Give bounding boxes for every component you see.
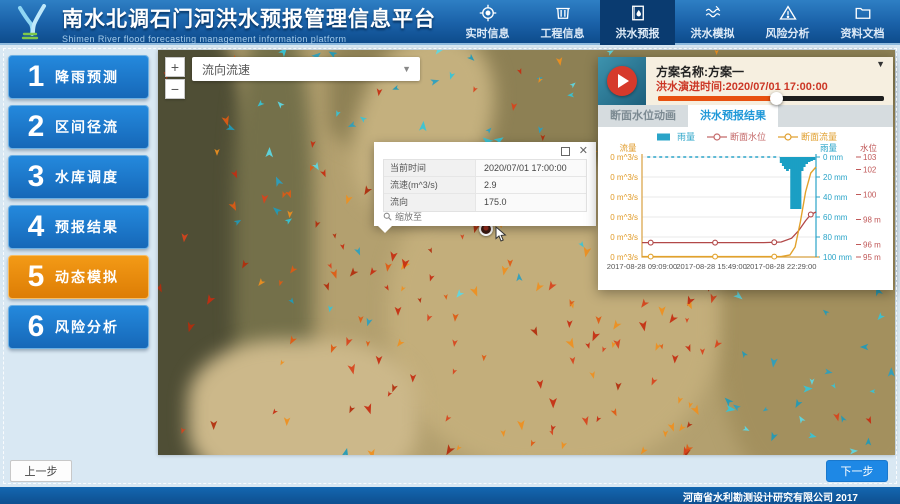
popup-table: 当前时间 2020/07/01 17:00:00 流速(m^3/s) 2.9 流… <box>383 159 587 212</box>
legend-label: 雨量 <box>677 130 695 143</box>
svg-text:0 m^3/s: 0 m^3/s <box>610 173 638 182</box>
waves-icon <box>704 4 722 22</box>
map-info-popup: ✕ 当前时间 2020/07/01 17:00:00 流速(m^3/s) 2.9… <box>374 142 596 226</box>
nav-project-info[interactable]: 工程信息 <box>525 0 600 45</box>
svg-text:0 m^3/s: 0 m^3/s <box>610 233 638 242</box>
layer-select-value: 流向流速 <box>202 61 402 78</box>
simulation-panel: 方案名称:方案一 洪水演进时间:2020/07/01 17:00:00 ▼ 断面… <box>598 57 893 290</box>
zoom-out-button[interactable]: − <box>165 79 185 99</box>
copyright-text: 河南省水利勘测设计研究有限公司 2017 <box>683 489 858 504</box>
nav-realtime-info[interactable]: 实时信息 <box>450 0 525 45</box>
sidebar-item-forecast-result[interactable]: 4 预报结果 <box>8 205 149 249</box>
panel-header: 方案名称:方案一 洪水演进时间:2020/07/01 17:00:00 ▼ <box>598 57 893 105</box>
legend-item[interactable]: 雨量 <box>654 130 695 143</box>
svg-text:2017-08-28 22:29:00: 2017-08-28 22:29:00 <box>746 262 817 271</box>
svg-text:0 m^3/s: 0 m^3/s <box>610 213 638 222</box>
legend-swatch <box>654 132 674 142</box>
folder-icon <box>854 4 872 22</box>
legend-swatch <box>778 132 798 142</box>
footer-bar: 河南省水利勘测设计研究有限公司 2017 <box>0 487 900 504</box>
mouse-cursor <box>495 226 507 242</box>
svg-text:流量: 流量 <box>619 143 637 153</box>
forecast-chart: 0 m^3/s 0 mm 0 m^3/s 20 mm 0 m^3/s 40 mm 0 m^3… <box>598 143 893 287</box>
sidebar-item-interval-runoff[interactable]: 2 区间径流 <box>8 105 149 149</box>
magnifier-icon <box>383 212 392 221</box>
app-logo-icon <box>10 4 56 42</box>
svg-text:2017-08-28 09:09:00: 2017-08-28 09:09:00 <box>607 262 678 271</box>
top-nav: 实时信息 工程信息 洪水预报 洪水模拟 风险分析 <box>450 0 900 45</box>
svg-text:0 m^3/s: 0 m^3/s <box>610 193 638 202</box>
play-button[interactable] <box>607 66 637 96</box>
svg-text:40 mm: 40 mm <box>823 193 848 202</box>
svg-text:102: 102 <box>863 166 877 175</box>
svg-text:20 mm: 20 mm <box>823 173 848 182</box>
svg-text:80 mm: 80 mm <box>823 233 848 242</box>
next-step-button[interactable]: 下一步 <box>826 460 888 482</box>
svg-text:60 mm: 60 mm <box>823 213 848 222</box>
svg-text:100 mm: 100 mm <box>823 253 852 262</box>
table-row: 流向 175.0 <box>384 194 586 211</box>
playback-slider[interactable] <box>658 96 884 101</box>
maximize-icon[interactable] <box>561 147 570 156</box>
svg-text:雨量: 雨量 <box>820 143 838 153</box>
dam-icon <box>554 4 572 22</box>
svg-text:2017-08-28 15:49:00: 2017-08-28 15:49:00 <box>676 262 747 271</box>
svg-text:水位: 水位 <box>860 143 878 153</box>
close-icon[interactable]: ✕ <box>579 144 588 157</box>
sidebar-item-risk-analysis[interactable]: 6 风险分析 <box>8 305 149 349</box>
svg-text:96 m: 96 m <box>863 241 881 250</box>
prev-step-button[interactable]: 上一步 <box>10 460 72 482</box>
zoom-to-link[interactable]: 缩放至 <box>383 210 422 223</box>
nav-documents[interactable]: 资料文档 <box>825 0 900 45</box>
svg-text:0 mm: 0 mm <box>823 153 843 162</box>
sidebar-item-dynamic-simulation[interactable]: 5 动态模拟 <box>8 255 149 299</box>
app-header: 南水北调石门河洪水预报管理信息平台 Shimen River flood for… <box>0 0 900 45</box>
nav-risk-analysis[interactable]: 风险分析 <box>750 0 825 45</box>
nav-flood-forecast[interactable]: 洪水预报 <box>600 0 675 45</box>
table-row: 当前时间 2020/07/01 17:00:00 <box>384 160 586 177</box>
forecast-chart-area: 雨量断面水位断面流量 0 m^3/s0 mm0 m^3/s20 mm0 m^3/… <box>598 127 893 290</box>
svg-text:98 m: 98 m <box>863 216 881 225</box>
slider-handle[interactable] <box>770 92 783 105</box>
chevron-down-icon[interactable]: ▼ <box>876 59 885 69</box>
svg-text:95 m: 95 m <box>863 253 881 262</box>
panel-tabs: 断面水位动画 洪水预报结果 <box>598 105 893 127</box>
svg-text:0 m^3/s: 0 m^3/s <box>610 153 638 162</box>
page-title: 南水北调石门河洪水预报管理信息平台 <box>62 3 436 33</box>
zoom-in-button[interactable]: + <box>165 57 185 77</box>
chart-legend: 雨量 断面水位 断面流量 <box>598 127 893 143</box>
tab-flood-forecast-result[interactable]: 洪水预报结果 <box>688 105 778 127</box>
nav-flood-simulation[interactable]: 洪水模拟 <box>675 0 750 45</box>
flood-forecast-icon <box>629 4 647 22</box>
svg-text:103: 103 <box>863 153 877 162</box>
legend-label: 断面水位 <box>730 130 766 143</box>
sidebar-item-rain-forecast[interactable]: 1 降雨预测 <box>8 55 149 99</box>
video-thumbnail <box>598 57 646 105</box>
legend-item[interactable]: 断面水位 <box>707 130 766 143</box>
page-subtitle: Shimen River flood forecasting managemen… <box>62 34 436 44</box>
table-row: 流速(m^3/s) 2.9 <box>384 177 586 194</box>
flood-time-label: 洪水演进时间:2020/07/01 17:00:00 <box>656 78 828 94</box>
map-zoom-control: + − <box>165 57 185 99</box>
warning-triangle-icon <box>779 4 797 22</box>
target-icon <box>479 4 497 22</box>
svg-text:0 m^3/s: 0 m^3/s <box>610 253 638 262</box>
legend-swatch <box>707 132 727 142</box>
sidebar-item-reservoir-dispatch[interactable]: 3 水库调度 <box>8 155 149 199</box>
layer-select-dropdown[interactable]: 流向流速 ▼ <box>192 57 420 81</box>
tab-section-water-level-animation[interactable]: 断面水位动画 <box>598 105 688 127</box>
legend-item[interactable]: 断面流量 <box>778 130 837 143</box>
slider-fill <box>658 96 776 101</box>
popup-pointer <box>378 226 392 240</box>
legend-label: 断面流量 <box>801 130 837 143</box>
chevron-down-icon: ▼ <box>402 64 411 74</box>
svg-text:100: 100 <box>863 191 877 200</box>
